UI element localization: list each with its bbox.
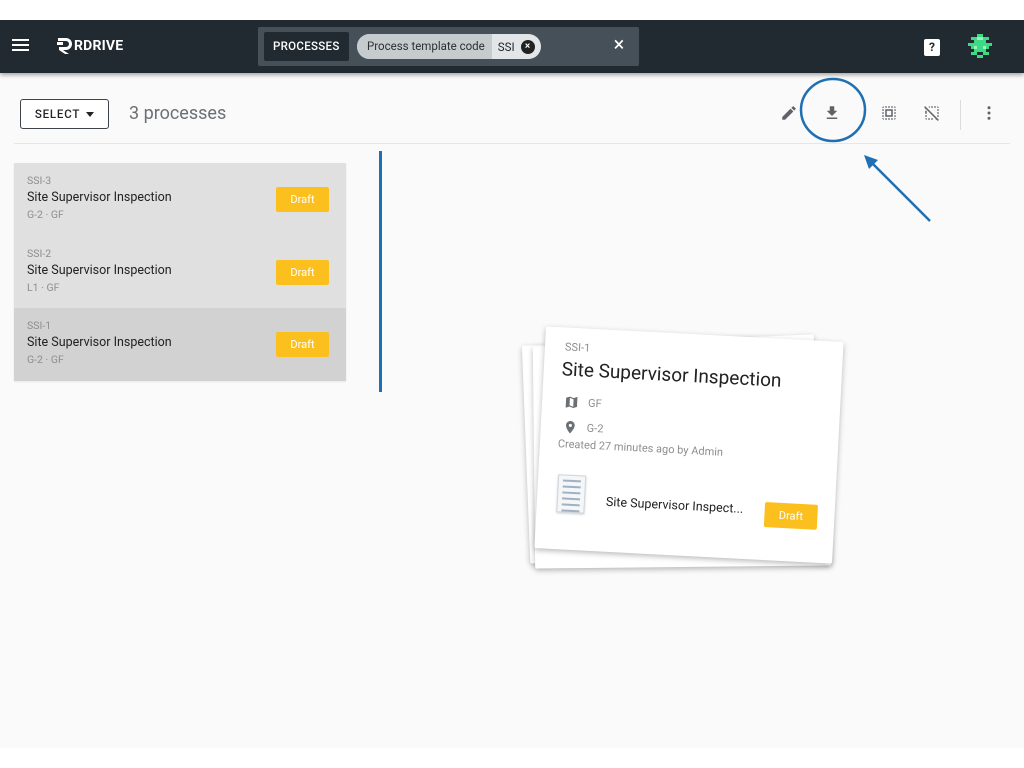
download-icon[interactable] bbox=[823, 104, 841, 122]
edit-pencil-icon[interactable] bbox=[780, 104, 798, 122]
process-list: SSI-3 Site Supervisor Inspection G-2 · G… bbox=[14, 163, 346, 382]
app-window: RDRIVE PROCESSES Process template code S… bbox=[0, 20, 1024, 748]
top-app-bar: RDRIVE PROCESSES Process template code S… bbox=[0, 20, 1024, 73]
filter-chip[interactable]: Process template code SSI × bbox=[357, 34, 541, 59]
card-location: G-2 bbox=[586, 421, 604, 436]
selection-indicator-bar bbox=[379, 151, 382, 392]
clear-search-icon[interactable]: × bbox=[611, 34, 627, 54]
select-all-icon[interactable] bbox=[880, 104, 898, 122]
status-badge: Draft bbox=[276, 187, 329, 212]
process-code: SSI-1 bbox=[27, 319, 52, 333]
card-code: SSI-1 bbox=[564, 340, 591, 355]
filter-chip-label: Process template code bbox=[357, 34, 492, 59]
filter-chip-value: SSI bbox=[497, 39, 515, 54]
more-vert-icon[interactable] bbox=[980, 104, 998, 122]
status-badge: Draft bbox=[276, 259, 329, 285]
search-bar[interactable]: PROCESSES Process template code SSI × × bbox=[258, 27, 639, 66]
card-floor: GF bbox=[587, 396, 602, 411]
process-code: SSI-3 bbox=[27, 174, 52, 187]
avatar[interactable] bbox=[968, 34, 992, 58]
document-thumbnail bbox=[556, 474, 587, 514]
list-item[interactable]: SSI-1 Site Supervisor Inspection G-2 · G… bbox=[14, 308, 346, 382]
list-item[interactable]: SSI-2 Site Supervisor Inspection L1 · GF… bbox=[14, 236, 346, 309]
rdrive-logo-icon bbox=[57, 38, 72, 54]
caret-down-icon bbox=[86, 111, 95, 117]
annotation-arrow-line bbox=[871, 162, 931, 222]
toolbar-divider bbox=[960, 100, 961, 130]
toolbar: SELECT 3 processes bbox=[0, 73, 1024, 144]
toolbar-separator bbox=[14, 143, 1010, 144]
card-created: Created 27 minutes ago by Admin bbox=[557, 437, 724, 459]
deselect-icon[interactable] bbox=[923, 104, 941, 122]
help-icon[interactable]: ? bbox=[924, 39, 940, 56]
select-dropdown-button[interactable]: SELECT bbox=[20, 99, 109, 129]
annotation-arrow-head bbox=[864, 155, 878, 169]
list-item[interactable]: SSI-3 Site Supervisor Inspection G-2 · G… bbox=[14, 163, 346, 236]
process-card[interactable]: SSI-1 Site Supervisor Inspection GF G-2 … bbox=[534, 326, 844, 564]
card-document-name: Site Supervisor Inspect... bbox=[605, 494, 744, 517]
process-count: 3 processes bbox=[129, 103, 227, 124]
processes-button[interactable]: PROCESSES bbox=[264, 32, 349, 61]
select-label: SELECT bbox=[34, 107, 81, 121]
logo-text: RDRIVE bbox=[74, 38, 124, 54]
card-floor-row: GF bbox=[564, 394, 602, 411]
map-icon bbox=[565, 396, 578, 409]
hamburger-menu-icon[interactable] bbox=[12, 36, 34, 58]
card-status-badge: Draft bbox=[763, 502, 819, 530]
app-logo[interactable]: RDRIVE bbox=[56, 36, 123, 56]
card-location-row: G-2 bbox=[562, 419, 604, 436]
status-badge: Draft bbox=[276, 332, 329, 358]
process-code: SSI-2 bbox=[27, 246, 52, 260]
card-title: Site Supervisor Inspection bbox=[561, 357, 783, 392]
location-pin-icon bbox=[565, 421, 575, 434]
chip-remove-icon[interactable]: × bbox=[520, 39, 535, 54]
